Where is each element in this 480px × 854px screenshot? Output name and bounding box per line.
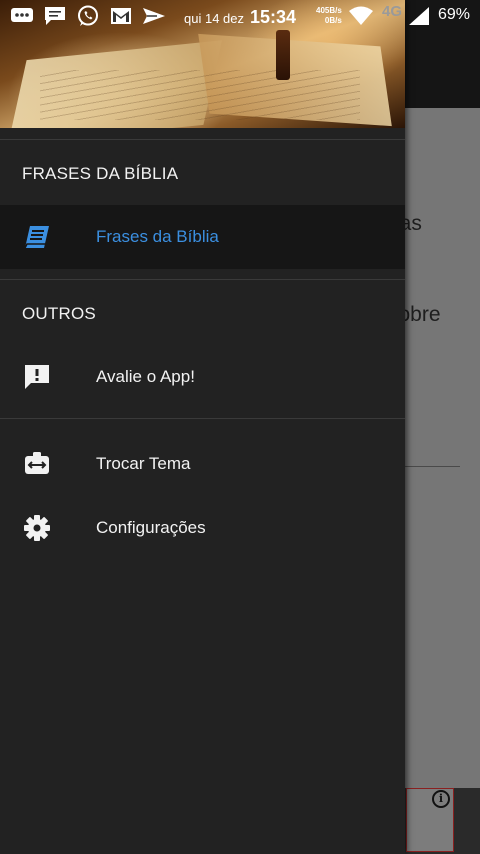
whatsapp-icon (76, 5, 100, 27)
send-icon (142, 5, 166, 27)
status-time: 15:34 (250, 7, 297, 27)
wifi-icon (348, 6, 374, 31)
ad-info-icon[interactable]: i (432, 790, 450, 808)
drawer-item-label: Frases da Bíblia (96, 227, 219, 246)
network-type: 4G (382, 3, 403, 20)
drawer-item-change-theme[interactable]: Trocar Tema (0, 432, 405, 496)
app-divider (405, 466, 460, 467)
navigation-drawer: FRASES DA BÍBLIA Frases da Bíblia OUTROS (0, 0, 405, 854)
status-date: qui 14 dez (184, 11, 244, 26)
section-title-main: FRASES DA BÍBLIA (22, 164, 179, 183)
book-icon (22, 222, 52, 252)
messaging-icon (10, 5, 34, 27)
settings-icon (22, 513, 52, 543)
swap-theme-icon (22, 449, 52, 479)
status-bar: qui 14 dez 15:34 405B/s 0B/s 4G 69% (0, 0, 480, 32)
drawer-item-settings[interactable]: Configurações (0, 496, 405, 560)
section-title-other: OUTROS (22, 304, 96, 323)
drawer-item-rate-app[interactable]: Avalie o App! (0, 345, 405, 409)
network-speed: 405B/s 0B/s (316, 6, 342, 25)
battery-level: 69% (438, 6, 471, 23)
drawer-item-label: Trocar Tema (96, 454, 191, 473)
section-divider (0, 279, 405, 280)
item-divider (0, 418, 405, 419)
screen: nas , sobre i FRASES DA BÍBLIA Frases da… (0, 0, 480, 854)
app-content-card (405, 108, 480, 788)
drawer-item-label: Configurações (96, 518, 206, 537)
chat-icon (43, 5, 67, 27)
drawer-item-label: Avalie o App! (96, 367, 195, 386)
header-divider (0, 139, 405, 140)
signal-icon (408, 6, 430, 31)
gmail-icon (109, 5, 133, 27)
feedback-icon (22, 362, 52, 392)
drawer-item-frases[interactable]: Frases da Bíblia (0, 205, 405, 269)
